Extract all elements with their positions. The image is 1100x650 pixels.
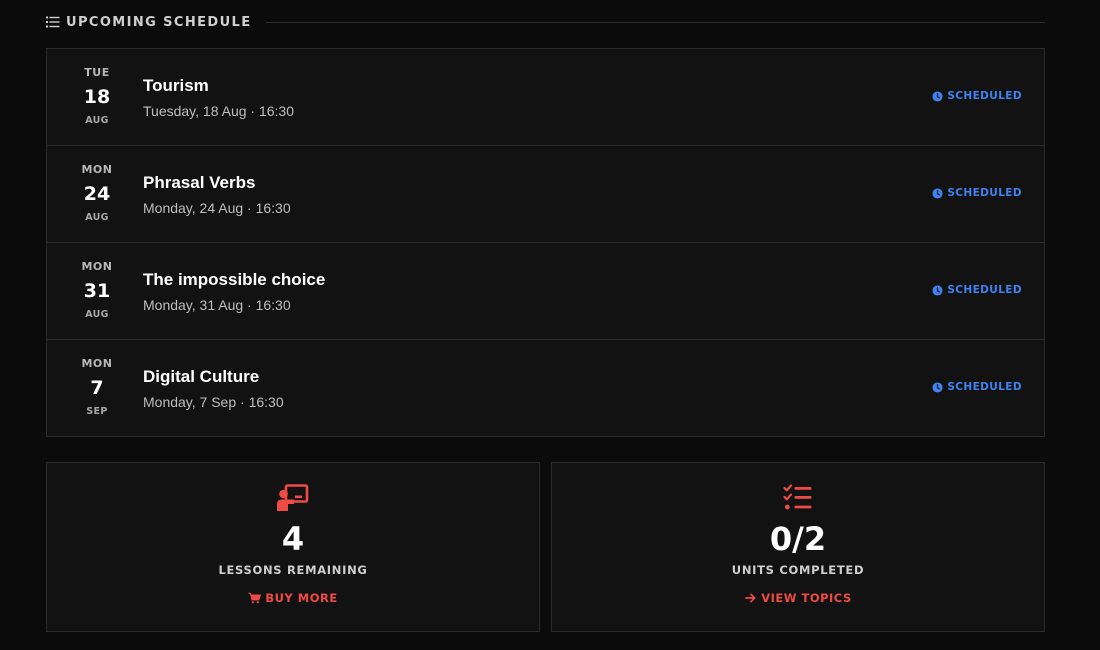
clock-icon — [932, 381, 943, 393]
date-block: MON 7 SEP — [72, 340, 122, 436]
lesson-title: Phrasal Verbs — [143, 173, 256, 192]
day-of-week: MON — [81, 163, 113, 176]
lesson-datetime: Monday, 7 Sep · 16:30 — [143, 394, 284, 410]
status-label: SCHEDULED — [947, 284, 1022, 296]
lesson-title: Digital Culture — [143, 367, 260, 386]
lesson-datetime: Tuesday, 18 Aug · 16:30 — [143, 103, 294, 119]
arrow-right-icon — [745, 593, 756, 603]
view-topics-link[interactable]: VIEW TOPICS — [552, 591, 1044, 605]
section-header: UPCOMING SCHEDULE — [46, 13, 1045, 31]
checklist-icon — [783, 484, 812, 510]
day-number: 7 — [90, 377, 104, 399]
status-badge: SCHEDULED — [932, 284, 1022, 296]
clock-icon — [932, 284, 943, 296]
schedule-item[interactable]: MON 24 AUG Phrasal Verbs Monday, 24 Aug … — [47, 146, 1044, 243]
schedule-item[interactable]: MON 31 AUG The impossible choice Monday,… — [47, 243, 1044, 340]
units-completed-card: 0/2 UNITS COMPLETED VIEW TOPICS — [551, 462, 1045, 632]
section-divider — [265, 21, 1045, 23]
lesson-datetime: Monday, 24 Aug · 16:30 — [143, 200, 291, 216]
units-completed-label: UNITS COMPLETED — [731, 563, 865, 577]
lesson-title: The impossible choice — [143, 270, 326, 289]
status-badge: SCHEDULED — [932, 187, 1022, 199]
schedule-item[interactable]: MON 7 SEP Digital Culture Monday, 7 Sep … — [47, 340, 1044, 436]
clock-icon — [932, 90, 943, 102]
section-title: UPCOMING SCHEDULE — [66, 14, 252, 30]
day-of-week: MON — [81, 260, 113, 273]
lessons-remaining-label: LESSONS REMAINING — [218, 563, 368, 577]
lesson-title: Tourism — [143, 76, 209, 95]
buy-more-link[interactable]: BUY MORE — [47, 591, 539, 605]
list-icon — [46, 16, 60, 28]
day-of-week: TUE — [84, 66, 110, 79]
status-badge: SCHEDULED — [932, 90, 1022, 102]
date-block: MON 31 AUG — [72, 243, 122, 339]
date-block: MON 24 AUG — [72, 146, 122, 242]
month: SEP — [86, 406, 108, 417]
status-label: SCHEDULED — [947, 187, 1022, 199]
month: AUG — [85, 115, 109, 126]
date-block: TUE 18 AUG — [72, 49, 122, 145]
month: AUG — [85, 212, 109, 223]
day-number: 18 — [83, 86, 111, 108]
month: AUG — [85, 309, 109, 320]
schedule-list: TUE 18 AUG Tourism Tuesday, 18 Aug · 16:… — [46, 48, 1045, 437]
day-number: 31 — [83, 280, 111, 302]
buy-more-label[interactable]: BUY MORE — [265, 591, 337, 605]
lessons-remaining-card: 4 LESSONS REMAINING BUY MORE — [46, 462, 540, 632]
clock-icon — [932, 187, 943, 199]
day-number: 24 — [83, 183, 111, 205]
status-label: SCHEDULED — [947, 381, 1022, 393]
lessons-remaining-count: 4 — [281, 520, 305, 558]
schedule-item[interactable]: TUE 18 AUG Tourism Tuesday, 18 Aug · 16:… — [47, 49, 1044, 146]
lesson-datetime: Monday, 31 Aug · 16:30 — [143, 297, 291, 313]
units-completed-count: 0/2 — [769, 520, 827, 558]
teacher-board-icon — [277, 484, 309, 511]
status-label: SCHEDULED — [947, 90, 1022, 102]
cart-icon — [248, 592, 262, 604]
day-of-week: MON — [81, 357, 113, 370]
status-badge: SCHEDULED — [932, 381, 1022, 393]
view-topics-label[interactable]: VIEW TOPICS — [761, 591, 852, 605]
